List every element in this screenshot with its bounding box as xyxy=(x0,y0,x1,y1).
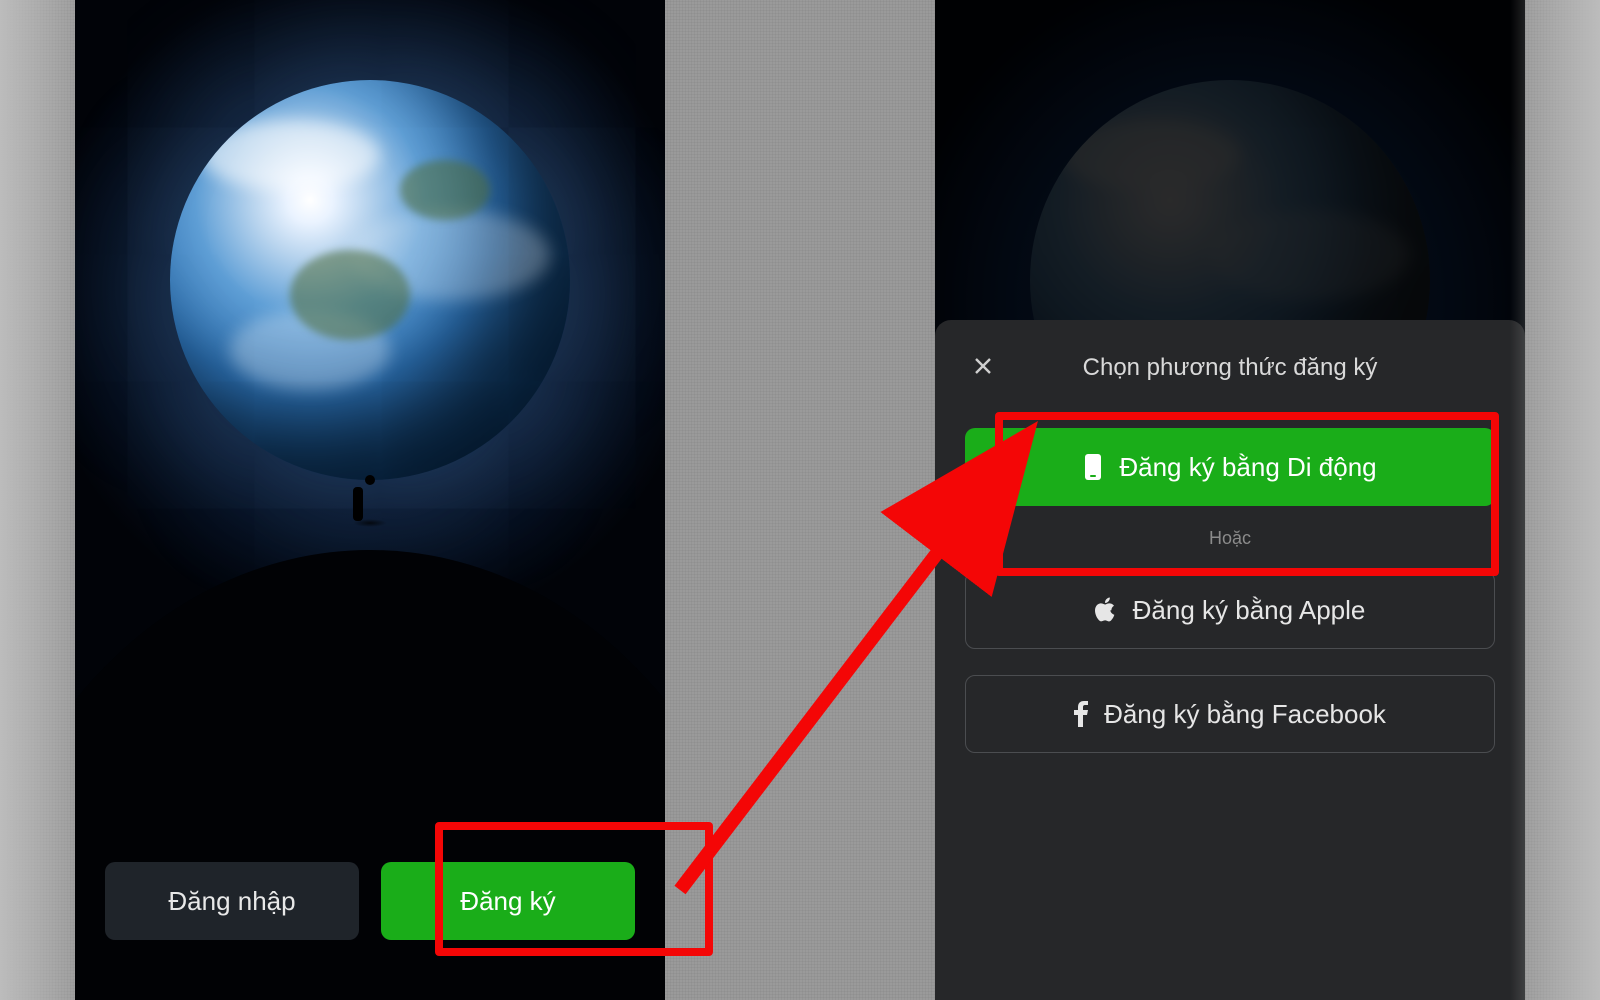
earth-illustration xyxy=(170,80,570,480)
signup-button[interactable]: Đăng ký xyxy=(381,862,635,940)
signup-apple-button[interactable]: Đăng ký bằng Apple xyxy=(965,571,1495,649)
auth-button-row: Đăng nhập Đăng ký xyxy=(75,862,665,940)
close-icon xyxy=(971,354,995,383)
signup-facebook-button[interactable]: Đăng ký bằng Facebook xyxy=(965,675,1495,753)
phone-icon xyxy=(1083,453,1103,481)
apple-icon xyxy=(1095,597,1117,623)
phone-screen-signup-methods: Chọn phương thức đăng ký Đăng ký bằng Di… xyxy=(935,0,1525,1000)
login-button-label: Đăng nhập xyxy=(168,886,295,917)
signup-button-label: Đăng ký xyxy=(460,886,555,917)
person-silhouette xyxy=(353,475,387,527)
close-button[interactable] xyxy=(965,350,1001,386)
phone-screen-welcome: Đăng nhập Đăng ký xyxy=(75,0,665,1000)
divider-or: Hoặc xyxy=(965,528,1495,549)
sheet-title: Chọn phương thức đăng ký xyxy=(1001,354,1459,382)
signup-mobile-label: Đăng ký bằng Di động xyxy=(1119,452,1376,483)
signup-method-sheet: Chọn phương thức đăng ký Đăng ký bằng Di… xyxy=(935,320,1525,1000)
facebook-icon xyxy=(1074,701,1088,727)
login-button[interactable]: Đăng nhập xyxy=(105,862,359,940)
signup-mobile-button[interactable]: Đăng ký bằng Di động xyxy=(965,428,1495,506)
signup-apple-label: Đăng ký bằng Apple xyxy=(1133,595,1366,626)
signup-facebook-label: Đăng ký bằng Facebook xyxy=(1104,699,1386,730)
